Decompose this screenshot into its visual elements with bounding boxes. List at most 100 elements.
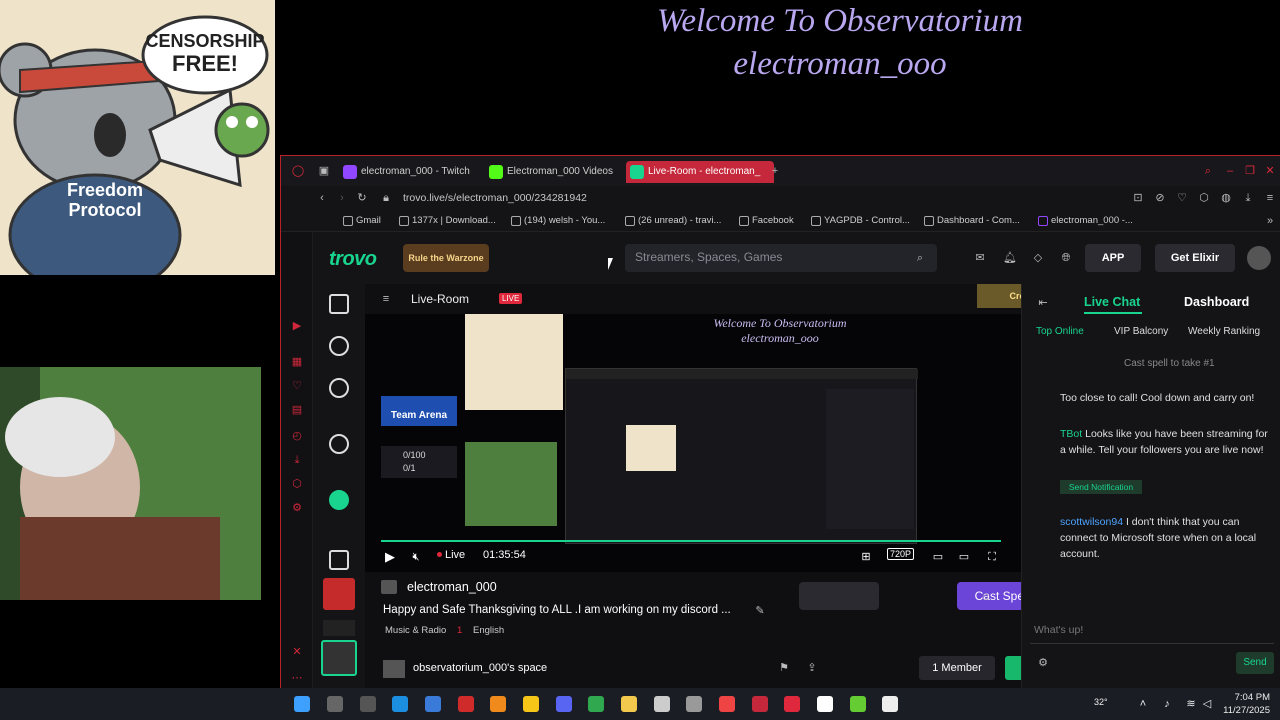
warzone-banner[interactable]: Rule the Warzone (403, 244, 489, 272)
channel-avatar-2[interactable] (323, 620, 355, 636)
bookmark-facebook[interactable]: Facebook (739, 214, 794, 228)
get-elixir-button[interactable]: Get Elixir (1155, 244, 1235, 272)
team-arena-badge[interactable]: Team Arena (381, 396, 457, 426)
collapse-menu-icon[interactable]: ≡ (379, 292, 393, 306)
explore-icon[interactable] (329, 336, 349, 356)
back-icon[interactable]: ‹ (315, 191, 329, 205)
chat-user[interactable]: scottwilson94 (1060, 516, 1123, 528)
play-icon[interactable]: ▶ (383, 550, 397, 564)
bookmark-yagpdb[interactable]: YAGPDB - Control... (811, 214, 910, 228)
globe-icon[interactable]: 🌐︎ (1059, 251, 1073, 265)
downloads-icon[interactable]: ⤓ (290, 454, 304, 466)
download-icon[interactable]: ⤓ (1241, 191, 1255, 205)
search-box[interactable]: Streamers, Spaces, Games ⌕ (625, 244, 937, 272)
clock[interactable]: 7:04 PM 11/27/2025 (1223, 691, 1270, 717)
flag-icon[interactable]: ⚑ (777, 661, 791, 675)
tab-live-room[interactable]: Live-Room - electroman_ (626, 161, 775, 183)
settings-icon[interactable]: ⚙ (1036, 656, 1050, 670)
share-icon[interactable]: ⇪ (805, 661, 819, 675)
send-button[interactable]: Send (1236, 652, 1274, 674)
player-icon[interactable]: ▶ (290, 320, 304, 332)
app-icon-3[interactable] (654, 696, 670, 712)
store-icon[interactable] (425, 696, 441, 712)
send-notification-button[interactable]: Send Notification (1060, 480, 1142, 494)
avatar[interactable] (1247, 246, 1271, 270)
chat-input[interactable]: What's up! (1030, 620, 1274, 644)
mic-icon[interactable]: ♪ (1160, 697, 1174, 711)
home-icon[interactable] (329, 294, 349, 314)
forward-icon[interactable]: › (335, 191, 349, 205)
channel-avatar-active[interactable] (321, 640, 357, 676)
quality-button[interactable]: 720P (887, 548, 915, 560)
heart-icon[interactable]: ♡ (290, 380, 304, 392)
url-field[interactable]: trovo.live/s/electroman_000/234281942 (403, 190, 587, 206)
bookmark-electroman[interactable]: electroman_000 -... (1038, 214, 1133, 228)
message-icon[interactable]: ✉ (973, 251, 987, 265)
search-icon[interactable]: ⌕ (913, 251, 927, 265)
progress-bar[interactable] (381, 540, 1001, 542)
start-icon[interactable] (294, 696, 310, 712)
workspaces-icon[interactable]: ▦ (290, 356, 304, 368)
menu-icon[interactable]: ≡ (1263, 191, 1277, 205)
language-tag[interactable]: English (473, 625, 504, 636)
gift-buttons[interactable] (799, 582, 879, 610)
bookmark-dashboard[interactable]: Dashboard - Com... (924, 214, 1020, 228)
filter-weekly-ranking[interactable]: Weekly Ranking (1188, 326, 1260, 337)
more-bookmarks-icon[interactable]: » (1263, 214, 1277, 228)
tab-videos[interactable]: Electroman_000 Videos (485, 161, 613, 183)
edge-icon[interactable] (392, 696, 408, 712)
discord-icon[interactable] (556, 696, 572, 712)
video-player[interactable]: Welcome To Observatorium electroman_ooo … (365, 314, 1021, 572)
profile-icon[interactable]: ◍ (1219, 191, 1233, 205)
tab-twitch[interactable]: electroman_000 - Twitch (339, 161, 470, 183)
app-icon-5[interactable] (719, 696, 735, 712)
volume-icon[interactable]: ◁ (1200, 697, 1214, 711)
task-view-icon[interactable] (360, 696, 376, 712)
following-icon[interactable] (329, 378, 349, 398)
history-icon[interactable]: ◴ (290, 430, 304, 442)
member-button[interactable]: 1 Member (919, 656, 995, 680)
screenshot-icon[interactable]: ⊡ (1131, 191, 1145, 205)
collapse-chat-icon[interactable]: ⇤ (1036, 296, 1050, 310)
emote-icon[interactable]: ☺ (979, 590, 993, 604)
maximize-icon[interactable]: ❐ (1243, 164, 1257, 178)
streamer-avatar[interactable] (381, 580, 397, 594)
opera-icon[interactable]: ◯ (291, 164, 305, 178)
app-icon-1[interactable] (458, 696, 474, 712)
more-icon[interactable]: ⋯ (290, 672, 304, 684)
folder-icon[interactable] (621, 696, 637, 712)
settings-icon[interactable]: ⚙ (290, 502, 304, 514)
weather-temp[interactable]: 32° (1094, 697, 1108, 707)
cast-spell-prompt[interactable]: Cast spell to take #1 (1124, 358, 1215, 369)
opera-icon[interactable] (784, 696, 800, 712)
fullscreen-icon[interactable]: ⛶ (985, 550, 999, 564)
search-icon[interactable]: ⌕ (1201, 164, 1215, 178)
filter-top-online[interactable]: Top Online (1036, 326, 1084, 337)
chevron-up-icon[interactable]: ˄ (1136, 697, 1150, 711)
app-icon-2[interactable] (523, 696, 539, 712)
wallet-icon[interactable]: ▤ (290, 404, 304, 416)
bookmark-gmail[interactable]: Gmail (343, 214, 381, 228)
liveroom-label[interactable]: Live-Room (411, 292, 469, 306)
chat-user[interactable]: TBot (1060, 428, 1082, 440)
filter-vip-balcony[interactable]: VIP Balcony (1114, 326, 1168, 337)
mute-icon[interactable]: 🔇︎ (409, 550, 423, 564)
theater-icon[interactable]: ▭ (957, 550, 971, 564)
favorites-icon[interactable] (329, 434, 349, 454)
channel-avatar-mexico[interactable] (323, 578, 355, 610)
wifi-icon[interactable]: ≋ (1184, 697, 1198, 711)
streamer-name[interactable]: electroman_000 (407, 580, 497, 594)
space-name[interactable]: observatorium_000's space (413, 662, 547, 674)
space-avatar[interactable] (383, 660, 405, 678)
app-icon-4[interactable] (686, 696, 702, 712)
extensions-icon[interactable]: ⬡ (1197, 191, 1211, 205)
tab-menu-icon[interactable]: ▣ (317, 164, 331, 178)
bookmark-youtube[interactable]: (194) welsh - You... (511, 214, 605, 228)
app-icon-6[interactable] (850, 696, 866, 712)
app-button[interactable]: APP (1085, 244, 1141, 272)
close-panel-icon[interactable]: ✕ (290, 646, 304, 658)
vlc-icon[interactable] (490, 696, 506, 712)
bookmark-1377x[interactable]: 1377x | Download... (399, 214, 496, 228)
minimize-icon[interactable]: – (1223, 164, 1237, 178)
trovo-icon[interactable] (329, 490, 349, 510)
